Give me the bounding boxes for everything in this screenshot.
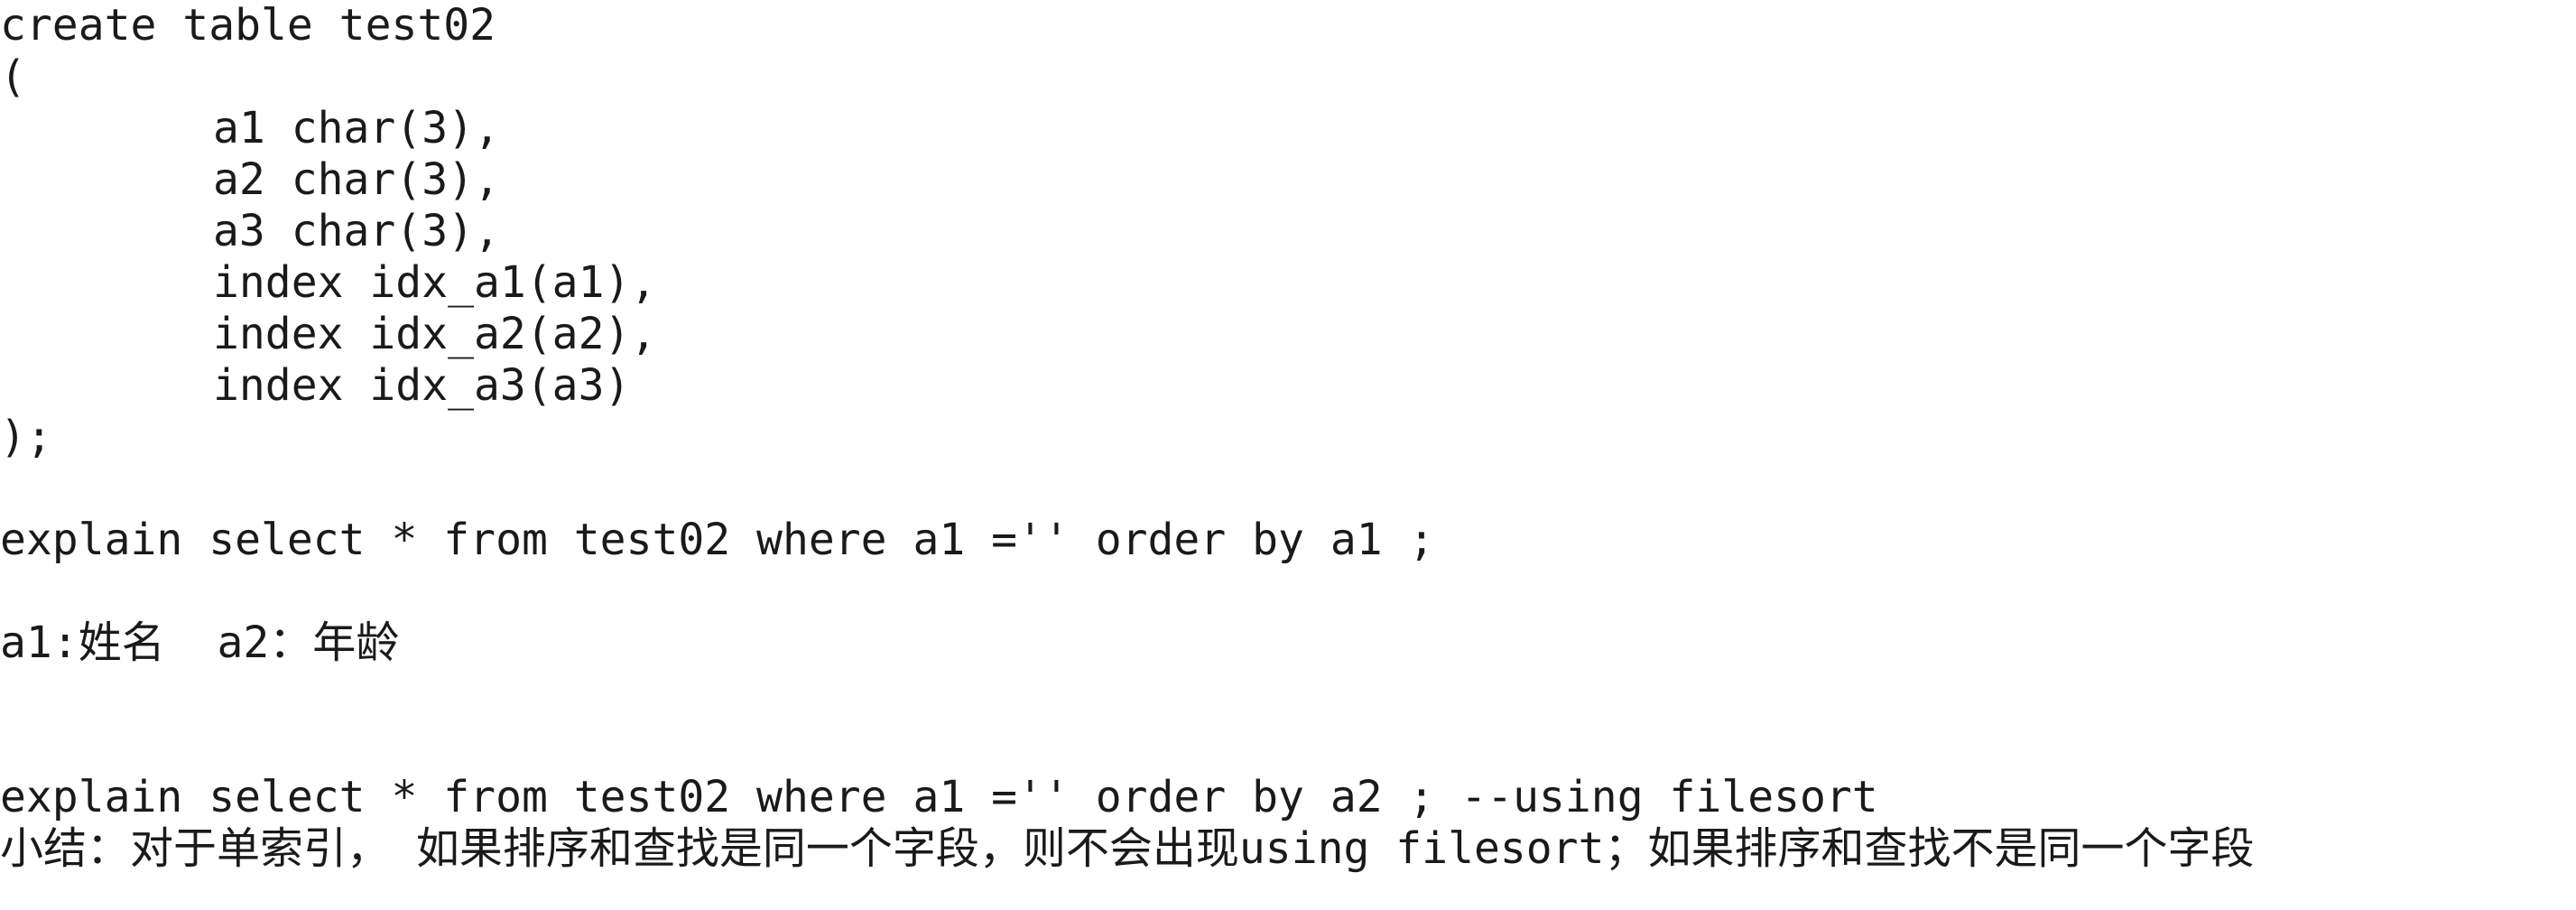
code-line-index-a2: index idx_a2(a2), xyxy=(213,309,657,359)
code-editor[interactable]: create table test02 ( a1 char(3), a2 cha… xyxy=(0,0,2576,910)
code-line-summary: 小结：对于单索引， 如果排序和查找是同一个字段，则不会出现using files… xyxy=(0,823,2255,874)
code-line-open-paren: ( xyxy=(0,51,26,102)
code-line-column-a2: a2 char(3), xyxy=(213,154,500,205)
code-line-explain-order-a1: explain select * from test02 where a1 ='… xyxy=(0,515,1435,565)
code-line-index-a1: index idx_a1(a1), xyxy=(213,257,657,308)
code-line-explain-order-a2: explain select * from test02 where a1 ='… xyxy=(0,772,1878,822)
code-line-field-note: a1:姓名 a2：年龄 xyxy=(0,618,400,668)
code-line-index-a3: index idx_a3(a3) xyxy=(213,360,631,411)
code-line-create-table: create table test02 xyxy=(0,0,496,51)
code-line-column-a3: a3 char(3), xyxy=(213,206,500,256)
code-line-column-a1: a1 char(3), xyxy=(213,103,500,153)
code-line-close-paren: ); xyxy=(0,412,52,462)
